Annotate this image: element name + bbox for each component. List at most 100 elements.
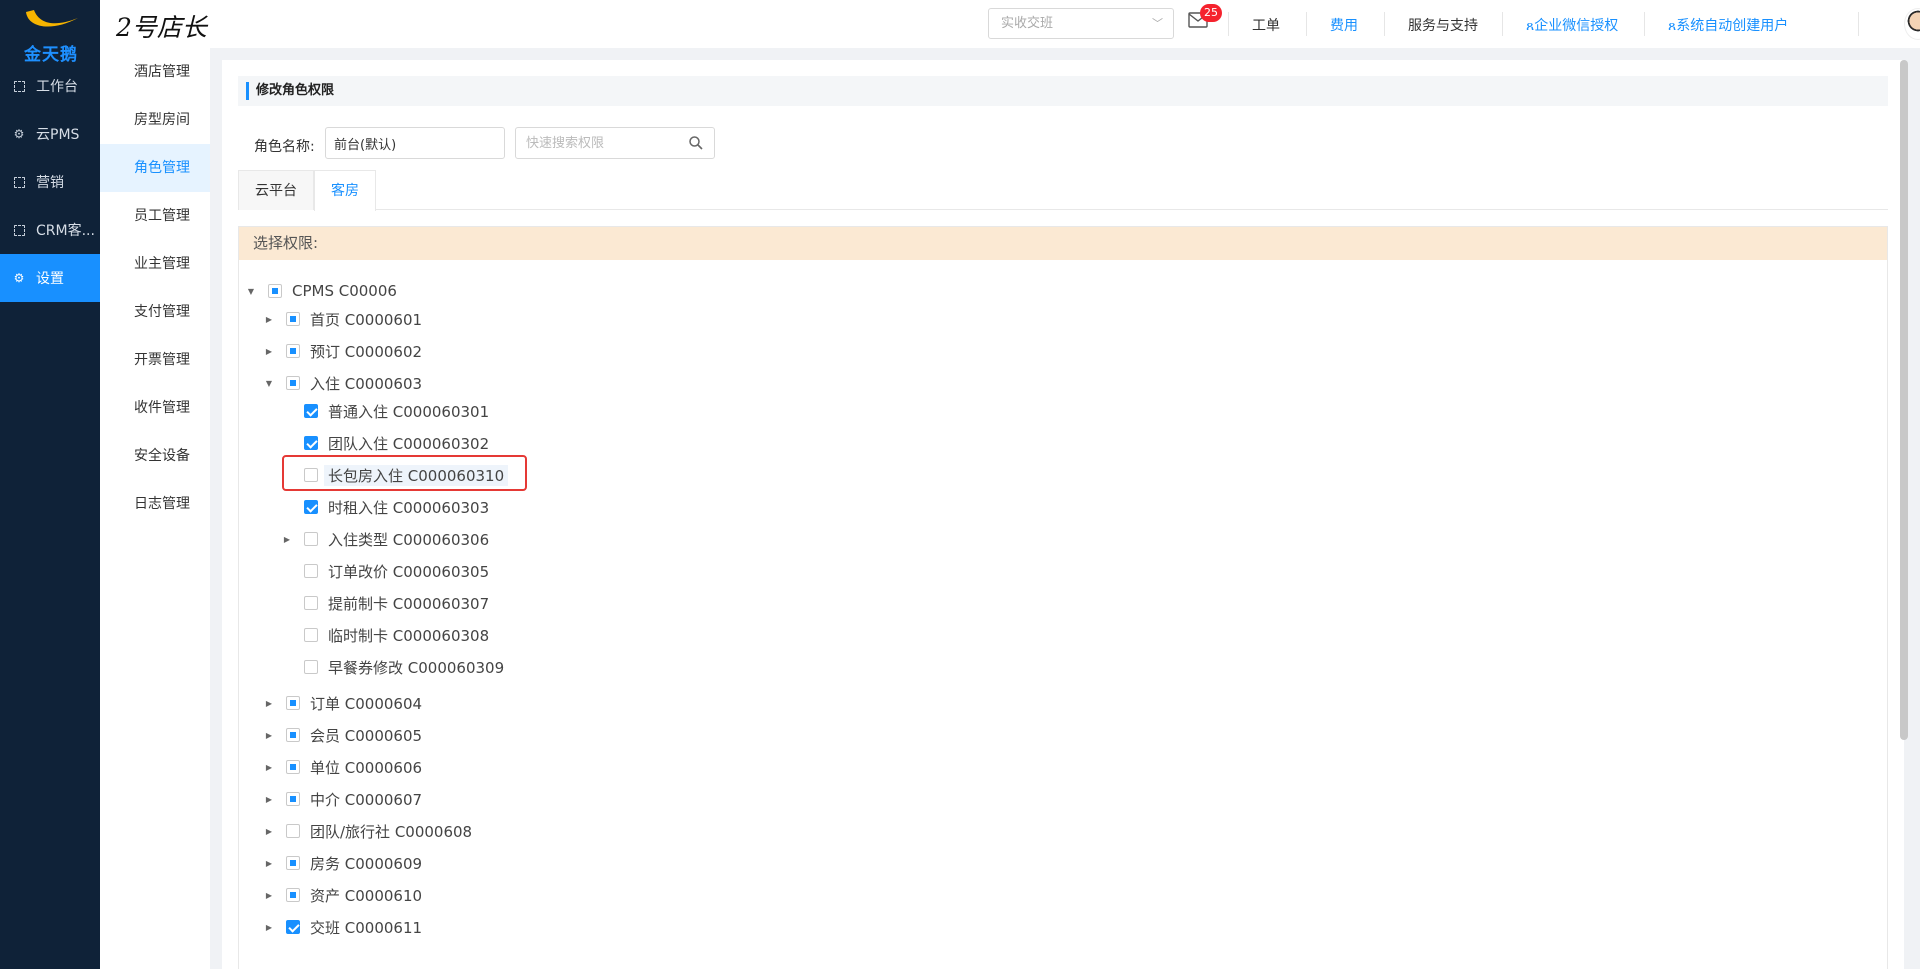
- tree-node-label: 订单 C0000604: [310, 694, 423, 713]
- tree-checkbox[interactable]: [286, 792, 300, 806]
- fee-link[interactable]: 费用: [1330, 15, 1358, 35]
- tree-node: ▶ 房务 C0000609: [264, 852, 422, 874]
- tree-node: 提前制卡 C000060307: [282, 592, 489, 614]
- tree-node-label: 预订 C0000602: [310, 342, 423, 361]
- submenu-logs[interactable]: 日志管理: [100, 480, 210, 528]
- caret-right-icon[interactable]: ▶: [264, 891, 274, 900]
- bracket-icon: [12, 175, 26, 189]
- tree-node: ▼ CPMS C00006: [246, 280, 397, 302]
- tree-checkbox[interactable]: [286, 376, 300, 390]
- submenu-payment[interactable]: 支付管理: [100, 288, 210, 336]
- tree-checkbox[interactable]: [304, 564, 318, 578]
- submenu-staff[interactable]: 员工管理: [100, 192, 210, 240]
- divider: [1384, 12, 1385, 36]
- tree-node: ▶ 交班 C0000611: [264, 916, 422, 938]
- submenu-security[interactable]: 安全设备: [100, 432, 210, 480]
- swan-logo-icon: [26, 10, 78, 27]
- tree-checkbox[interactable]: [286, 856, 300, 870]
- tree-node: 临时制卡 C000060308: [282, 624, 489, 646]
- tree-node: ▼ 入住 C0000603: [264, 372, 422, 394]
- tree-node-label: 房务 C0000609: [310, 854, 423, 873]
- caret-right-icon[interactable]: ▶: [264, 859, 274, 868]
- tree-checkbox[interactable]: [304, 468, 318, 482]
- tree-checkbox[interactable]: [286, 760, 300, 774]
- tree-checkbox[interactable]: [286, 728, 300, 742]
- tree-node: 长包房入住 C000060310: [282, 464, 509, 486]
- nav-item-marketing[interactable]: 营销: [0, 158, 100, 206]
- tree-node-label: 普通入住 C000060301: [328, 402, 490, 421]
- avatar[interactable]: [1904, 8, 1920, 40]
- caret-right-icon[interactable]: ▶: [282, 535, 292, 544]
- tree-checkbox[interactable]: [286, 920, 300, 934]
- caret-right-icon[interactable]: ▶: [264, 795, 274, 804]
- vertical-scrollbar[interactable]: [1900, 60, 1908, 740]
- nav-item-crm[interactable]: CRM客...: [0, 206, 100, 254]
- tree-checkbox[interactable]: [268, 284, 282, 298]
- shift-select[interactable]: 实收交班 ﹀: [988, 8, 1174, 39]
- tree-node-label: 长包房入住 C000060310: [324, 464, 509, 486]
- nav-item-label: 设置: [36, 271, 64, 287]
- caret-right-icon[interactable]: ▶: [264, 827, 274, 836]
- submenu-room-types[interactable]: 房型房间: [100, 96, 210, 144]
- bracket-icon: [12, 79, 26, 93]
- tree-node-label: 首页 C0000601: [310, 310, 423, 329]
- caret-right-icon[interactable]: ▶: [264, 923, 274, 932]
- user-icon: ጸ: [1668, 18, 1677, 34]
- permission-search-input[interactable]: [515, 127, 715, 159]
- tree-node: 订单改价 C000060305: [282, 560, 489, 582]
- tree-checkbox[interactable]: [304, 532, 318, 546]
- caret-right-icon[interactable]: ▶: [264, 347, 274, 356]
- tree-checkbox[interactable]: [304, 500, 318, 514]
- submenu-roles[interactable]: 角色管理: [100, 144, 210, 192]
- tree-checkbox[interactable]: [286, 888, 300, 902]
- submenu-parcels[interactable]: 收件管理: [100, 384, 210, 432]
- divider: [1858, 12, 1859, 36]
- divider: [1502, 12, 1503, 36]
- tree-node: ▶ 中介 C0000607: [264, 788, 422, 810]
- tree-checkbox[interactable]: [304, 436, 318, 450]
- tree-node-label: 资产 C0000610: [310, 886, 423, 905]
- search-icon[interactable]: [688, 135, 704, 151]
- submenu-hotel[interactable]: 酒店管理: [100, 48, 210, 96]
- tree-checkbox[interactable]: [286, 344, 300, 358]
- ticket-link[interactable]: 工单: [1252, 15, 1280, 35]
- nav-item-workbench[interactable]: 工作台: [0, 62, 100, 110]
- caret-right-icon[interactable]: ▶: [264, 315, 274, 324]
- caret-right-icon[interactable]: ▶: [264, 731, 274, 740]
- nav-item-label: 营销: [36, 175, 64, 191]
- tree-node-label: 交班 C0000611: [310, 918, 423, 937]
- tree-node-label: 订单改价 C000060305: [328, 562, 490, 581]
- tree-checkbox[interactable]: [304, 628, 318, 642]
- caret-down-icon[interactable]: ▼: [264, 379, 274, 388]
- tree-checkbox[interactable]: [286, 824, 300, 838]
- settings-submenu: 酒店管理 房型房间 角色管理 员工管理 业主管理 支付管理 开票管理 收件管理 …: [100, 48, 210, 969]
- tree-checkbox[interactable]: [304, 404, 318, 418]
- nav-item-settings[interactable]: ⚙ 设置: [0, 254, 100, 302]
- nav-item-cloud-pms[interactable]: ⚙ 云PMS: [0, 110, 100, 158]
- tree-checkbox[interactable]: [304, 596, 318, 610]
- nav-item-label: 云PMS: [36, 127, 80, 143]
- store-brand: 2号店长: [116, 13, 207, 42]
- tree-node-label: 提前制卡 C000060307: [328, 594, 490, 613]
- wechat-auth-label: 企业微信授权: [1534, 18, 1619, 34]
- caret-right-icon[interactable]: ▶: [264, 763, 274, 772]
- caret-right-icon[interactable]: ▶: [264, 699, 274, 708]
- tab-guest-room[interactable]: 客房: [314, 170, 376, 211]
- wechat-auth-link[interactable]: ጸ企业微信授权: [1526, 15, 1618, 35]
- caret-down-icon[interactable]: ▼: [246, 287, 256, 296]
- tree-node-label: 单位 C0000606: [310, 758, 423, 777]
- divider: [1644, 12, 1645, 36]
- tree-node-label: 团队入住 C000060302: [328, 434, 490, 453]
- tree-node: ▶ 预订 C0000602: [264, 340, 422, 362]
- role-name-input[interactable]: [325, 127, 505, 159]
- submenu-invoice[interactable]: 开票管理: [100, 336, 210, 384]
- tree-checkbox[interactable]: [286, 696, 300, 710]
- shift-select-placeholder: 实收交班: [1001, 16, 1054, 31]
- tree-node-label: 时租入住 C000060303: [328, 498, 490, 517]
- tree-checkbox[interactable]: [304, 660, 318, 674]
- service-support-link[interactable]: 服务与支持: [1408, 15, 1478, 35]
- tree-checkbox[interactable]: [286, 312, 300, 326]
- submenu-owners[interactable]: 业主管理: [100, 240, 210, 288]
- current-user-link[interactable]: ጸ系统自动创建用户: [1668, 15, 1788, 35]
- tab-cloud-platform[interactable]: 云平台: [238, 170, 314, 210]
